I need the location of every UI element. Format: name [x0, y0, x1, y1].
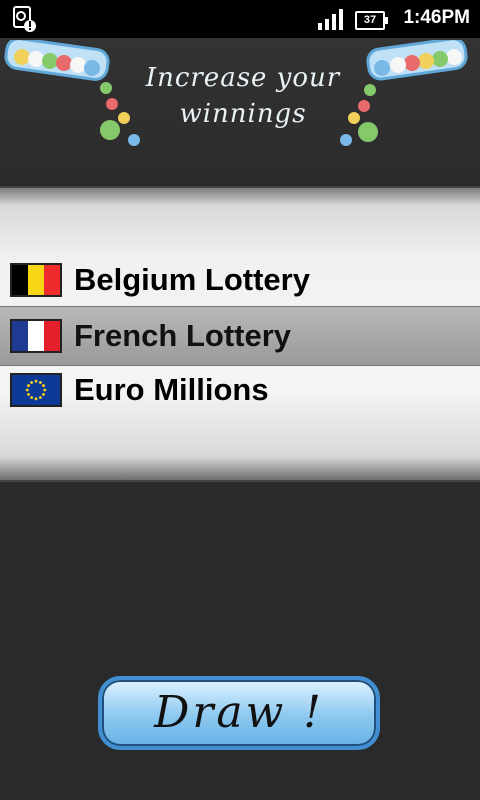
eu-flag-icon [10, 373, 62, 407]
sim-alert-icon [13, 6, 36, 32]
list-item-label: Belgium Lottery [74, 262, 310, 297]
status-time: 1:46PM [403, 7, 470, 28]
france-flag-icon [10, 319, 62, 353]
belgium-flag-icon [10, 263, 62, 297]
lottery-list: Belgium Lottery French Lottery Euro Mill… [0, 186, 480, 482]
battery-icon: 37 [355, 11, 388, 30]
list-item-french-lottery[interactable]: French Lottery [0, 306, 480, 366]
draw-button-label: Draw ! [154, 687, 324, 738]
header-title-line2: winnings [179, 99, 307, 129]
list-item-belgium-lottery[interactable]: Belgium Lottery [0, 254, 480, 307]
signal-icon [318, 9, 343, 30]
status-bar: 37 1:46PM [0, 0, 480, 38]
app-header: Increase your winnings [0, 38, 480, 180]
header-title-line1: Increase your [145, 63, 341, 93]
list-item-label: French Lottery [74, 318, 292, 353]
list-item-euro-millions[interactable]: Euro Millions [0, 364, 480, 416]
draw-button[interactable]: Draw ! [98, 676, 380, 750]
header-title: Increase your winnings [118, 60, 368, 132]
lottery-balls-right-icon [340, 40, 468, 146]
list-item-label: Euro Millions [74, 372, 269, 407]
